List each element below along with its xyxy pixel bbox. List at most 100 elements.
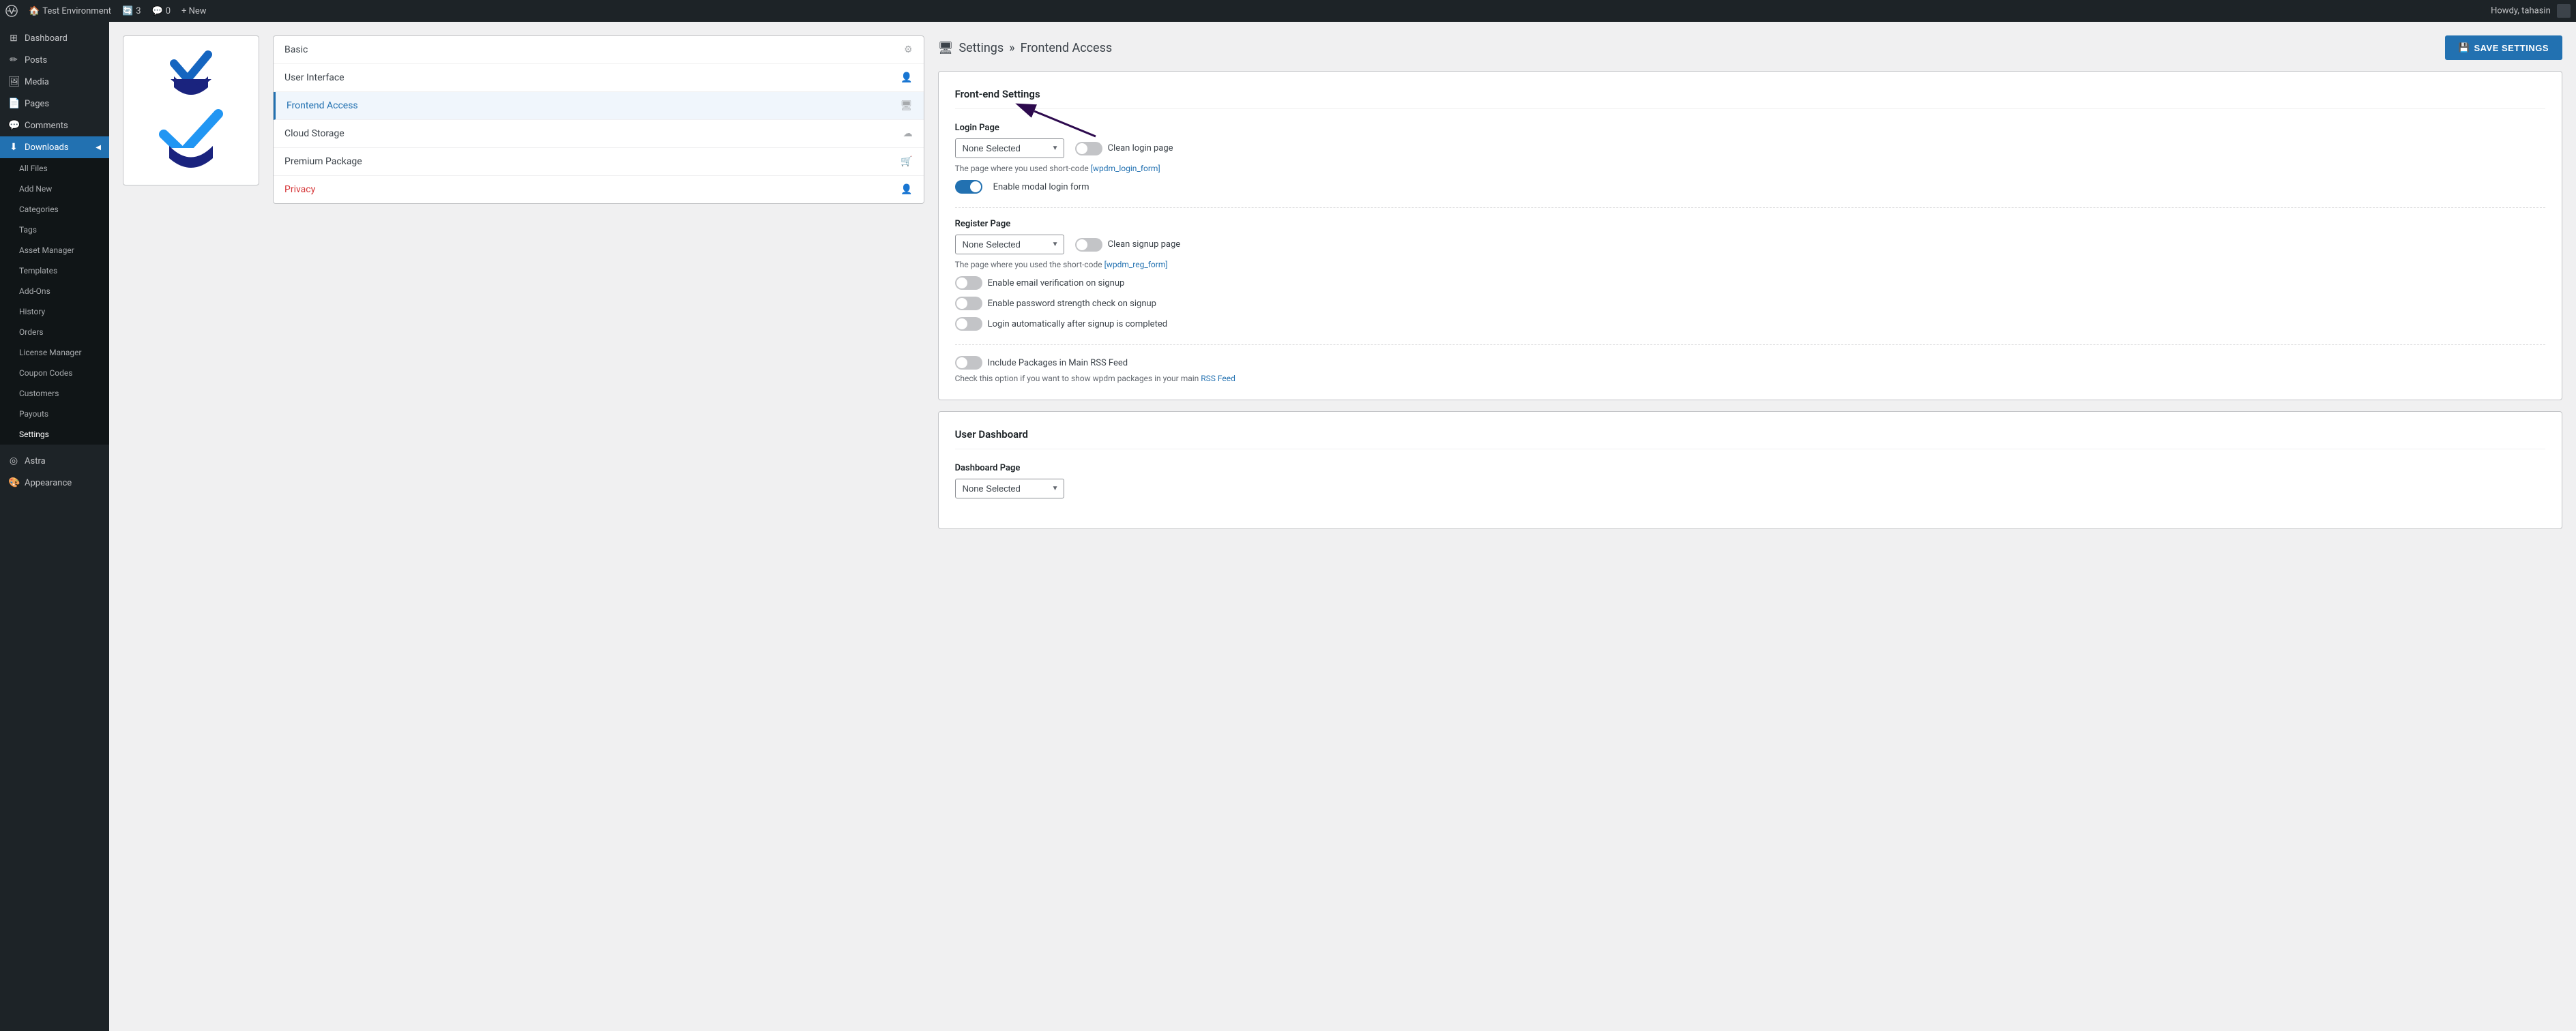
sidebar-item-asset-manager[interactable]: Asset Manager	[0, 240, 109, 260]
register-page-select-wrap: None Selected ▼	[955, 235, 1064, 254]
astra-label: Astra	[25, 456, 46, 466]
tab-cloud-storage[interactable]: Cloud Storage ☁	[274, 120, 924, 148]
rss-link[interactable]: RSS Feed	[1201, 374, 1235, 383]
admin-bar: 🏠 Test Environment 🔄 3 💬 0 + New Howdy, …	[0, 0, 2576, 22]
sidebar-item-payouts[interactable]: Payouts	[0, 404, 109, 424]
register-shortcode-link[interactable]: [wpdm_reg_form]	[1104, 260, 1168, 269]
rss-feed-row: Include Packages in Main RSS Feed	[955, 356, 2545, 370]
password-strength-slider	[955, 297, 982, 310]
revisions-icon: 🔄	[122, 6, 133, 16]
email-verification-row: Enable email verification on signup	[955, 276, 2545, 290]
clean-login-toggle-wrap: Clean login page	[1075, 142, 1173, 155]
sidebar-item-license-manager[interactable]: License Manager	[0, 342, 109, 363]
breadcrumb-separator: »	[1009, 41, 1014, 55]
tags-label: Tags	[19, 225, 37, 235]
login-hint-text: The page where you used short-code	[955, 164, 1089, 173]
login-page-label: Login Page	[955, 123, 2545, 133]
register-page-select[interactable]: None Selected	[955, 235, 1064, 254]
dashboard-page-label: Dashboard Page	[955, 463, 2545, 473]
tab-frontend-access[interactable]: Frontend Access 🖥	[274, 92, 924, 120]
save-settings-button[interactable]: 💾 SAVE SETTINGS	[2445, 35, 2562, 60]
sidebar-item-orders[interactable]: Orders	[0, 322, 109, 342]
sidebar-item-add-ons[interactable]: Add-Ons	[0, 281, 109, 301]
modal-login-row: Enable modal login form	[955, 180, 2545, 194]
register-toggles: Enable email verification on signup Enab…	[955, 276, 2545, 331]
clean-login-toggle[interactable]	[1075, 142, 1102, 155]
sidebar-label-downloads: Downloads	[25, 143, 69, 153]
sidebar-item-dashboard[interactable]: ⊞ Dashboard	[0, 27, 109, 49]
payouts-label: Payouts	[19, 409, 48, 419]
sidebar-item-add-new[interactable]: Add New	[0, 179, 109, 199]
settings-label: Settings	[19, 430, 49, 439]
sidebar-item-posts[interactable]: ✏ Posts	[0, 49, 109, 71]
clean-login-slider	[1075, 142, 1102, 155]
breadcrumb-icon: 🖥	[938, 41, 954, 55]
tab-user-interface-label: User Interface	[284, 72, 345, 83]
user-greeting[interactable]: Howdy, tahasin	[2491, 4, 2571, 18]
auto-login-toggle[interactable]	[955, 317, 982, 331]
wp-logo-icon	[5, 5, 18, 17]
all-files-label: All Files	[19, 164, 48, 173]
modal-login-toggle[interactable]	[955, 180, 982, 194]
sidebar-item-downloads[interactable]: ⬇ Downloads ◀	[0, 136, 109, 158]
divider-1	[955, 207, 2545, 208]
clean-login-label: Clean login page	[1108, 143, 1173, 153]
dashboard-page-row: Dashboard Page None Selected ▼	[955, 463, 2545, 498]
sidebar-item-pages[interactable]: 📄 Pages	[0, 93, 109, 115]
sidebar-label-dashboard: Dashboard	[25, 33, 68, 44]
cloud-icon: ☁	[903, 128, 913, 139]
sidebar-item-astra[interactable]: ◎ Astra	[0, 450, 109, 472]
tab-premium-package[interactable]: Premium Package 🛒	[274, 148, 924, 176]
history-label: History	[19, 307, 45, 316]
downloads-icon: ⬇	[8, 142, 19, 153]
login-page-select[interactable]: None Selected	[955, 138, 1064, 158]
sidebar-item-customers[interactable]: Customers	[0, 383, 109, 404]
sidebar-item-appearance[interactable]: 🎨 Appearance	[0, 472, 109, 494]
avatar	[2557, 4, 2571, 18]
sidebar-item-coupon-codes[interactable]: Coupon Codes	[0, 363, 109, 383]
tab-privacy[interactable]: Privacy 👤	[274, 176, 924, 203]
clean-signup-toggle-wrap: Clean signup page	[1075, 238, 1181, 252]
user-dashboard-card: User Dashboard Dashboard Page None Selec…	[938, 411, 2562, 529]
media-icon: 🖼	[8, 76, 19, 87]
user-dashboard-title: User Dashboard	[955, 428, 2545, 449]
rss-toggle[interactable]	[955, 356, 982, 370]
clean-signup-label: Clean signup page	[1108, 239, 1181, 250]
sidebar-item-tags[interactable]: Tags	[0, 220, 109, 240]
sidebar-item-templates[interactable]: Templates	[0, 260, 109, 281]
astra-icon: ◎	[8, 455, 19, 466]
dashboard-page-select[interactable]: None Selected	[955, 479, 1064, 498]
pages-icon: 📄	[8, 98, 19, 109]
register-page-controls: None Selected ▼ Clean signup page	[955, 235, 2545, 254]
password-strength-row: Enable password strength check on signup	[955, 297, 2545, 310]
comments-icon: 💬	[152, 6, 163, 16]
site-name-item[interactable]: 🏠 Test Environment	[29, 6, 111, 16]
new-label: + New	[181, 6, 207, 16]
sidebar-item-settings[interactable]: Settings	[0, 424, 109, 445]
rss-hint: Check this option if you want to show wp…	[955, 374, 2545, 383]
sidebar-item-categories[interactable]: Categories	[0, 199, 109, 220]
tab-frontend-access-label: Frontend Access	[287, 100, 358, 111]
plugin-tabs: Basic ⚙ User Interface 👤 Frontend Access…	[273, 35, 924, 204]
revisions-item[interactable]: 🔄 3	[122, 6, 141, 16]
email-verification-toggle[interactable]	[955, 276, 982, 290]
revision-count: 3	[136, 6, 141, 16]
comments-item[interactable]: 💬 0	[152, 6, 171, 16]
save-icon: 💾	[2459, 42, 2470, 53]
login-shortcode-link[interactable]: [wpdm_login_form]	[1091, 164, 1160, 173]
sidebar-item-media[interactable]: 🖼 Media	[0, 71, 109, 93]
clean-signup-toggle[interactable]	[1075, 238, 1102, 252]
sidebar-item-all-files[interactable]: All Files	[0, 158, 109, 179]
tab-basic[interactable]: Basic ⚙	[274, 36, 924, 64]
sidebar-item-comments[interactable]: 💬 Comments	[0, 115, 109, 136]
sidebar-item-history[interactable]: History	[0, 301, 109, 322]
wp-logo-item[interactable]	[5, 5, 18, 17]
cart-icon: 🛒	[901, 156, 912, 167]
new-item[interactable]: + New	[181, 6, 207, 16]
tab-user-interface[interactable]: User Interface 👤	[274, 64, 924, 92]
customers-label: Customers	[19, 389, 59, 398]
breadcrumb-current: Frontend Access	[1021, 41, 1113, 55]
sidebar: ⊞ Dashboard ✏ Posts 🖼 Media 📄 Pages 💬 Co…	[0, 22, 109, 1031]
password-strength-toggle[interactable]	[955, 297, 982, 310]
tab-cloud-storage-label: Cloud Storage	[284, 128, 345, 139]
